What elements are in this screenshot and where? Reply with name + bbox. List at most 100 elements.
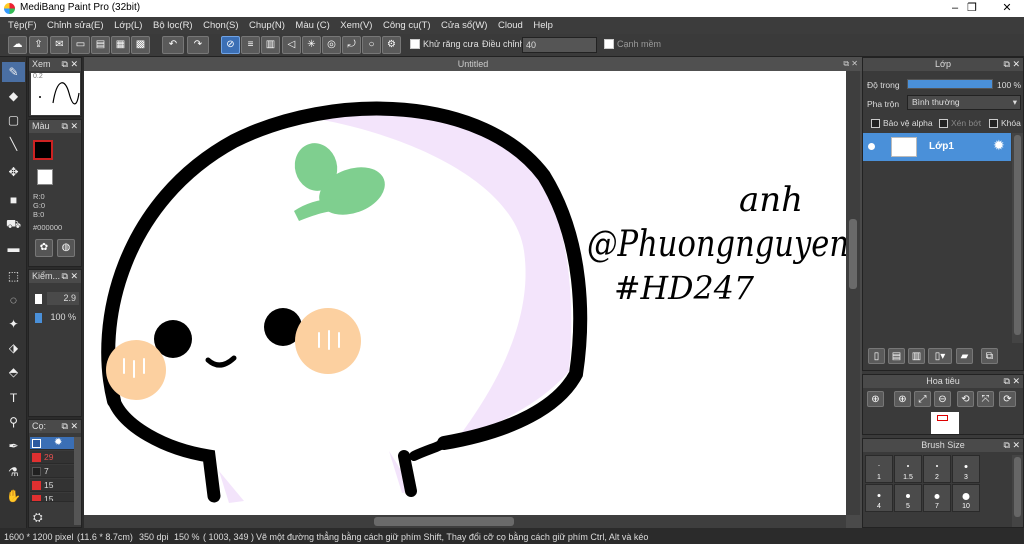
brush-size-scrollbar[interactable] — [1012, 455, 1023, 527]
panel-close-icon[interactable]: ⧉ ✕ — [1004, 58, 1020, 71]
layer-scroll-thumb[interactable] — [1014, 135, 1021, 335]
brush-size-option[interactable]: 3 — [952, 455, 980, 483]
correction-select[interactable]: 40 — [522, 37, 597, 53]
new-halftone-layer-icon[interactable]: ▤ — [888, 348, 905, 364]
menu-help[interactable]: Help — [525, 17, 553, 34]
lock-checkbox[interactable] — [989, 119, 998, 128]
snap-settings-icon[interactable]: ⚙ — [382, 36, 401, 54]
layer-opacity-slider[interactable] — [907, 79, 993, 89]
brush-size-scroll-thumb[interactable] — [1014, 457, 1021, 517]
operation-tool-icon[interactable]: ⚲ — [2, 412, 25, 432]
folder-icon[interactable]: ▰ — [956, 348, 973, 364]
panel-close-icon[interactable]: ⧉ ✕ — [62, 58, 78, 71]
brush-size-option[interactable]: 1.5 — [894, 455, 922, 483]
brush-size-option[interactable]: 4 — [865, 484, 893, 512]
eraser-tool-icon[interactable]: ◆ — [2, 86, 25, 106]
eyedropper-tool-icon[interactable]: ⚗ — [2, 462, 25, 482]
add-layer-menu-icon[interactable]: ▯▾ — [928, 348, 952, 364]
list-item[interactable]: 7 — [30, 465, 80, 478]
panel-close-icon[interactable]: ⧉ ✕ — [62, 420, 78, 433]
gradient-tool-icon[interactable]: ▬ — [2, 238, 25, 258]
horizontal-scroll-thumb[interactable] — [374, 517, 514, 526]
protect-alpha-checkbox[interactable] — [871, 119, 880, 128]
panel-close-icon[interactable]: ⧉ ✕ — [1004, 375, 1020, 388]
page-icon[interactable]: ▤ — [91, 36, 110, 54]
snap-curve-icon[interactable]: ⤾ — [342, 36, 361, 54]
horizontal-scrollbar[interactable] — [84, 515, 846, 528]
brush-size-option[interactable]: 2 — [923, 455, 951, 483]
move-tool-icon[interactable]: ✥ — [2, 162, 25, 182]
blend-mode-select[interactable]: Bình thường ▾ — [907, 95, 1021, 110]
antialias-checkbox[interactable] — [410, 39, 420, 49]
new-layer-icon[interactable]: ▯ — [868, 348, 885, 364]
add-brush-icon[interactable]: ⛭ — [33, 510, 43, 525]
menu-window[interactable]: Cửa sổ(W) — [433, 17, 487, 34]
magic-wand-icon[interactable]: ✦ — [2, 314, 25, 334]
brush-size-value[interactable]: 2.9 — [47, 292, 79, 305]
pen-tool-icon[interactable]: ╲ — [2, 134, 25, 154]
divide-tool-icon[interactable]: ✒ — [2, 436, 25, 456]
cloud-icon[interactable]: ☁ — [8, 36, 27, 54]
vertical-scroll-thumb[interactable] — [849, 219, 857, 289]
list-item[interactable]: 15 — [30, 479, 80, 492]
menu-view[interactable]: Xem(V) — [332, 17, 372, 34]
dot-tool-icon[interactable]: ▢ — [2, 110, 25, 130]
rotate-right-icon[interactable]: ⟳ — [999, 391, 1016, 407]
zoom-in-icon[interactable]: ⊕ — [867, 391, 884, 407]
select-tool-icon[interactable]: ⬚ — [2, 266, 25, 286]
menu-select[interactable]: Chọn(S) — [195, 17, 238, 34]
brush-size-option[interactable]: 1 — [865, 455, 893, 483]
canvas-tab[interactable]: Untitled ⧉ ✕ — [84, 57, 862, 71]
primary-color-swatch[interactable] — [33, 140, 53, 160]
panel-close-icon[interactable]: ⧉ ✕ — [1004, 439, 1020, 452]
menu-layer[interactable]: Lớp(L) — [106, 17, 142, 34]
gear-icon[interactable]: ✹ — [993, 137, 1005, 154]
brush-size-option[interactable]: 5 — [894, 484, 922, 512]
snap-off-icon[interactable]: ⊘ — [221, 36, 240, 54]
brush-size-option[interactable]: 10 — [952, 484, 980, 512]
brush-size-option[interactable]: 7 — [923, 484, 951, 512]
reset-view-icon[interactable]: ⤧ — [977, 391, 994, 407]
menu-color[interactable]: Màu (C) — [287, 17, 329, 34]
bucket-tool-icon[interactable]: ⛟ — [2, 214, 25, 234]
fill-shape-icon[interactable]: ■ — [2, 190, 25, 210]
snap-cross-icon[interactable]: ▥ — [261, 36, 280, 54]
menu-file[interactable]: Tệp(F) — [0, 17, 37, 34]
new-8bit-layer-icon[interactable]: ▥ — [908, 348, 925, 364]
close-button[interactable]: ✕ — [990, 0, 1024, 17]
snap-ellipse-icon[interactable]: ○ — [362, 36, 381, 54]
canvas-tab-close-icon[interactable]: ⧉ ✕ — [843, 57, 858, 71]
share-icon[interactable]: ⇪ — [29, 36, 48, 54]
undo-button[interactable]: ↶ — [162, 36, 184, 54]
list-item[interactable]: ✹ — [30, 437, 80, 450]
menu-filter[interactable]: Bộ lọc(R) — [145, 17, 193, 34]
sharp-edge-checkbox[interactable] — [604, 39, 614, 49]
select-pen-icon[interactable]: ⬗ — [2, 338, 25, 358]
zoom-out-icon[interactable]: ⊖ — [934, 391, 951, 407]
snap-radial-icon[interactable]: ✳ — [302, 36, 321, 54]
grid-icon[interactable]: ▩ — [131, 36, 150, 54]
menu-tools[interactable]: Công cụ(T) — [375, 17, 431, 34]
secondary-color-swatch[interactable] — [37, 169, 53, 185]
lasso-tool-icon[interactable]: ◌ — [2, 290, 25, 310]
layer-scrollbar[interactable] — [1012, 133, 1023, 343]
brush-tool-icon[interactable]: ✎ — [2, 62, 25, 82]
comment-icon[interactable]: ✉ — [50, 36, 69, 54]
menu-snap[interactable]: Chụp(N) — [241, 17, 285, 34]
list-item[interactable]: 15 — [30, 493, 80, 502]
select-eraser-icon[interactable]: ⬘ — [2, 362, 25, 382]
navigator-viewport[interactable] — [937, 415, 948, 421]
chat-icon[interactable]: ▭ — [71, 36, 90, 54]
drawing-canvas[interactable]: anh @Phuongnguyen #HD247 — [84, 71, 846, 515]
menu-cloud[interactable]: Cloud — [490, 17, 523, 34]
color-palette-icon[interactable]: ◍ — [57, 239, 75, 257]
panel-close-icon[interactable]: ⧉ ✕ — [62, 120, 78, 133]
snap-circle-icon[interactable]: ◎ — [322, 36, 341, 54]
hand-tool-icon[interactable]: ✋ — [2, 486, 25, 506]
text-tool-icon[interactable]: T — [2, 388, 25, 408]
rotate-left-icon[interactable]: ⟲ — [957, 391, 974, 407]
clip-checkbox[interactable] — [939, 119, 948, 128]
snap-vanish-icon[interactable]: ◁ — [282, 36, 301, 54]
panel-close-icon[interactable]: ⧉ ✕ — [62, 270, 78, 283]
redo-button[interactable]: ↷ — [187, 36, 209, 54]
